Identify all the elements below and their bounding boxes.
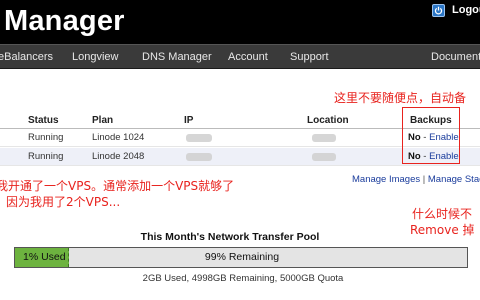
transfer-summary-text: 2GB Used, 4998GB Remaining, 5000GB Quota [142,273,344,284]
transfer-pool-title-text: This Month's Network Transfer Pool [140,231,320,243]
app-header: Manager Logout [0,0,480,44]
transfer-progress-bar: 99% Remaining 1% Used [14,247,468,268]
transfer-used-label: 1% Used [23,251,66,263]
annotation-two-vps-note: 因为我用了2个VPS... [6,195,121,209]
logout-link[interactable]: Logout [452,4,480,17]
column-header-plan[interactable]: Plan [92,114,113,127]
links-separator: | [420,174,428,185]
transfer-remaining-label: 99% Remaining [204,251,280,263]
annotation-vps-note: 我开通了一个VPS。通常添加一个VPS就够了 [0,179,235,193]
nav-item-nodebalancers[interactable]: eBalancers [0,45,53,69]
nav-item-support[interactable]: Support [290,45,329,69]
manage-images-link[interactable]: Manage Images [352,174,420,185]
annotation-backup-warning: 这里不要随便点，自动备 [334,91,467,105]
row-plan[interactable]: Linode 2048 [92,151,144,163]
brand-title: Manager [4,5,125,37]
row-status: Running [28,132,64,143]
row-plan[interactable]: Linode 1024 [92,132,144,144]
annotation-when-note: 什么时候不 [412,207,473,221]
transfer-summary: 2GB Used, 4998GB Remaining, 5000GB Quota [0,273,480,285]
redacted-location [312,134,336,142]
annotation-highlight-box [402,107,460,164]
column-header-ip[interactable]: IP [184,114,193,127]
redacted-ip [186,134,212,142]
nav-item-longview[interactable]: Longview [72,45,118,69]
row-status: Running [28,151,64,162]
logout-icon[interactable] [432,4,445,17]
nav-item-account[interactable]: Account [228,45,268,69]
column-header-location[interactable]: Location [307,114,349,127]
manage-stack-link[interactable]: Manage Stack [428,174,480,185]
main-nav: eBalancers Longview DNS Manager Account … [0,44,480,69]
stack-links: Manage Images | Manage Stack [352,174,480,186]
redacted-ip [186,153,212,161]
column-header-status[interactable]: Status [28,114,59,127]
redacted-location [312,153,336,161]
transfer-pool-title: This Month's Network Transfer Pool [0,231,480,244]
nav-item-dns-manager[interactable]: DNS Manager [142,45,212,69]
nav-item-documentation[interactable]: Documentat [431,45,480,69]
